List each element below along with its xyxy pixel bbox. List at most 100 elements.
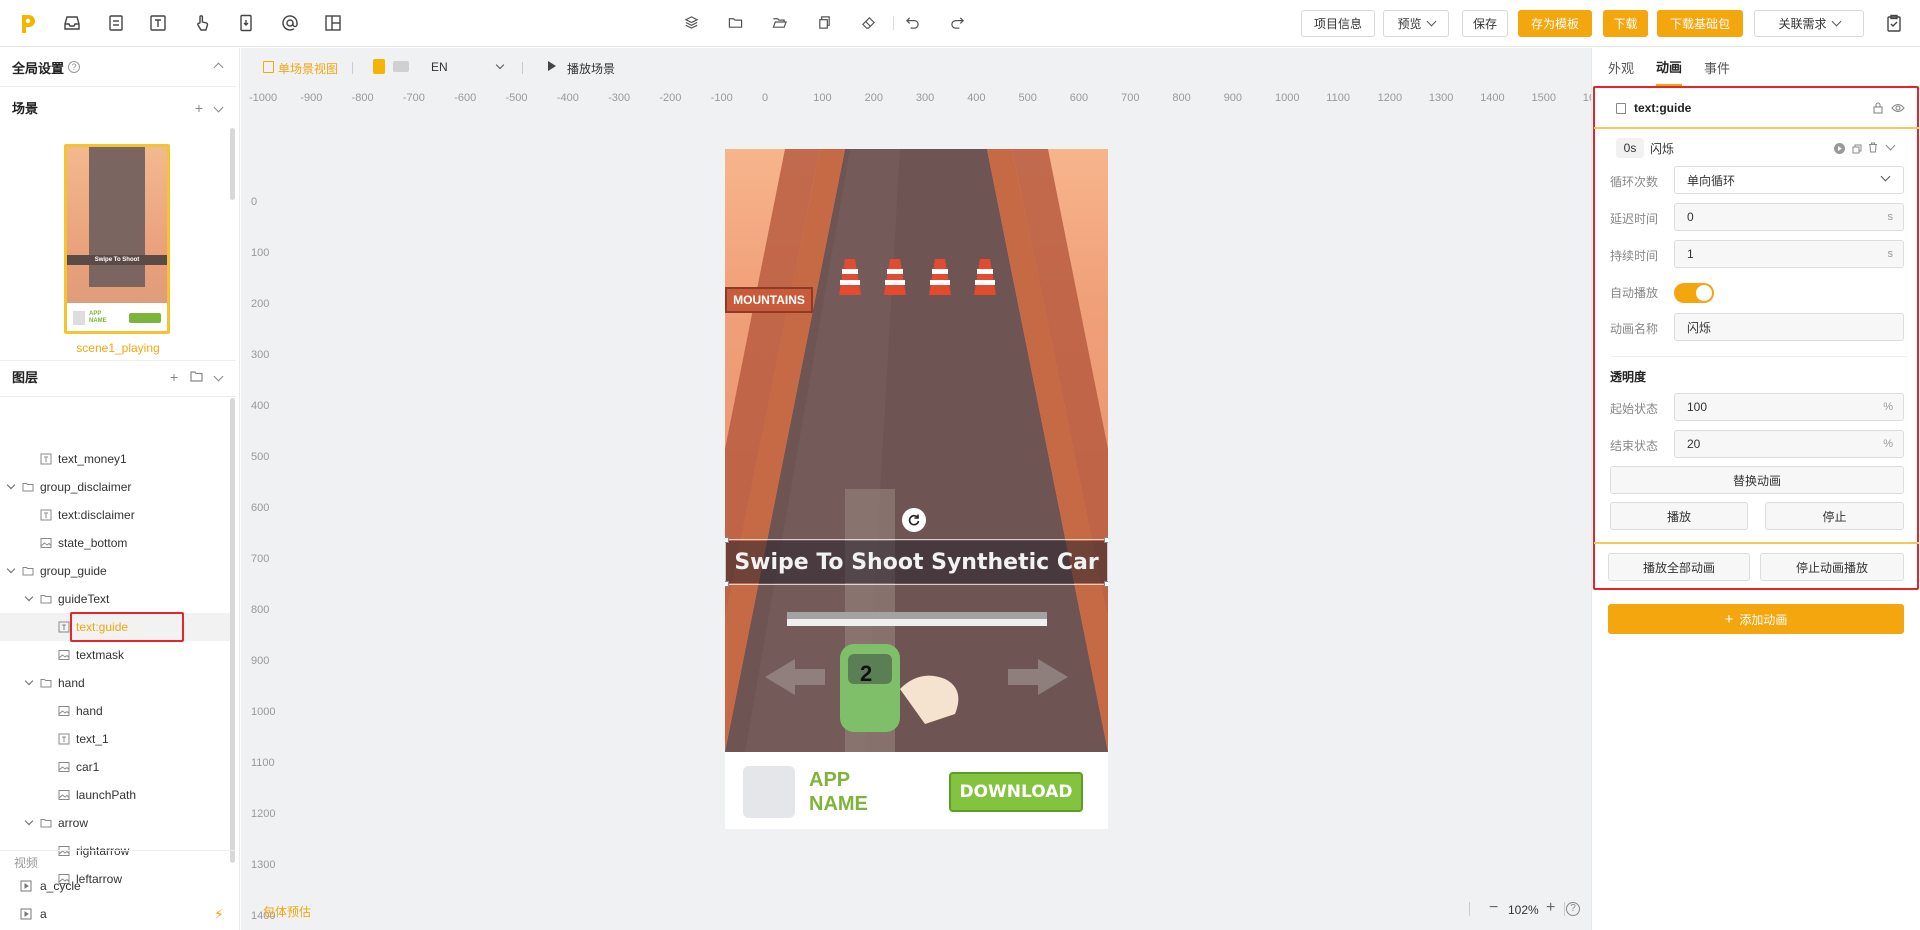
at-sign-icon[interactable]	[280, 13, 300, 33]
play-icon[interactable]	[548, 61, 556, 71]
preview-button[interactable]: 预览	[1383, 10, 1449, 37]
download-button[interactable]: 下载	[1603, 10, 1648, 37]
help-icon[interactable]: ?	[1566, 902, 1580, 916]
phone-icon[interactable]	[236, 13, 256, 33]
rotate-handle-icon[interactable]	[902, 508, 926, 532]
stop-all-animations-button[interactable]: 停止动画播放	[1760, 553, 1904, 581]
text-tool-icon[interactable]	[148, 13, 168, 33]
layer-item[interactable]: text_1	[0, 725, 234, 753]
add-icon[interactable]: +	[170, 369, 178, 385]
play-circle-icon[interactable]	[1834, 143, 1845, 154]
layer-item[interactable]: text:disclaimer	[0, 501, 234, 529]
layer-item[interactable]: launchPath	[0, 781, 234, 809]
layer-group-item[interactable]: arrow	[0, 809, 234, 837]
stop-button[interactable]: 停止	[1765, 502, 1904, 530]
language-select[interactable]: EN	[431, 60, 448, 74]
undo-icon[interactable]	[905, 15, 921, 31]
copy-icon[interactable]	[817, 15, 833, 31]
lock-icon[interactable]	[1873, 102, 1883, 114]
resize-handle[interactable]	[725, 537, 729, 543]
selection-box[interactable]	[725, 537, 1108, 587]
duplicate-icon[interactable]	[1852, 143, 1862, 157]
layer-item[interactable]: state_bottom	[0, 529, 234, 557]
layer-group-item[interactable]: guideText	[0, 585, 234, 613]
layer-group-item[interactable]: group_guide	[0, 557, 234, 585]
clipboard-check-icon[interactable]	[1884, 13, 1904, 33]
play-all-animations-button[interactable]: 播放全部动画	[1608, 553, 1750, 581]
chevron-down-icon[interactable]	[6, 480, 16, 490]
scene-thumbnail[interactable]: Swipe To Shoot APP NAME	[64, 144, 170, 334]
layer-group-item[interactable]: hand	[0, 669, 234, 697]
eraser-icon[interactable]	[861, 15, 877, 31]
loop-count-select[interactable]: 单向循环	[1674, 166, 1904, 194]
app-logo[interactable]	[18, 13, 38, 35]
layer-group-item[interactable]: group_disclaimer	[0, 473, 234, 501]
tab-appearance[interactable]: 外观	[1608, 48, 1634, 86]
preview-label: 预览	[1397, 17, 1422, 31]
layout-icon[interactable]	[323, 13, 343, 33]
add-icon[interactable]: +	[195, 100, 203, 116]
ad-download-button[interactable]: DOWNLOAD	[949, 772, 1083, 812]
replace-animation-button[interactable]: 替换动画	[1610, 466, 1904, 494]
video-item[interactable]: a_cycle	[0, 872, 234, 900]
play-scene-button[interactable]: 播放场景	[567, 60, 615, 77]
add-animation-button[interactable]: + 添加动画	[1608, 604, 1904, 634]
delete-icon[interactable]	[1868, 142, 1878, 156]
tab-events[interactable]: 事件	[1704, 48, 1730, 86]
landscape-toggle[interactable]	[393, 61, 409, 72]
tab-animation[interactable]: 动画	[1656, 48, 1683, 86]
folder-open-icon[interactable]	[772, 15, 788, 31]
play-button[interactable]: 播放	[1610, 502, 1748, 530]
view-mode-toggle[interactable]: 单场景视图	[278, 60, 338, 77]
global-settings-header[interactable]: 全局设置 ?	[0, 48, 236, 86]
end-state-input[interactable]: 20%	[1674, 430, 1904, 458]
help-icon[interactable]: ?	[68, 61, 81, 73]
save-button[interactable]: 保存	[1462, 10, 1508, 37]
layer-item[interactable]: car1	[0, 753, 234, 781]
zoom-level[interactable]: 102%	[1508, 903, 1539, 917]
chevron-down-icon[interactable]	[495, 60, 505, 70]
chevron-up-icon[interactable]	[213, 62, 224, 73]
lightning-icon[interactable]: ⚡	[214, 906, 224, 923]
folder-icon[interactable]	[728, 15, 744, 31]
start-state-input[interactable]: 100%	[1674, 393, 1904, 421]
zoom-out-icon[interactable]: −	[1489, 899, 1498, 917]
duration-input[interactable]: 1s	[1674, 240, 1904, 268]
resize-handle[interactable]	[725, 581, 729, 587]
chevron-down-icon[interactable]	[24, 592, 34, 602]
chevron-down-icon[interactable]	[24, 816, 34, 826]
scene-name[interactable]: scene1_playing	[0, 341, 236, 355]
chevron-down-icon[interactable]	[213, 371, 224, 382]
pointer-hand-icon[interactable]	[192, 13, 212, 33]
eye-icon[interactable]	[1891, 102, 1905, 114]
game-preview[interactable]: MOUNTAINS 2 Swipe To Shoot Synthetic Car…	[725, 149, 1108, 829]
redo-icon[interactable]	[950, 15, 966, 31]
project-info-button[interactable]: 项目信息	[1301, 10, 1375, 37]
anim-name-input[interactable]: 闪烁	[1674, 313, 1904, 341]
portrait-toggle[interactable]	[373, 59, 385, 74]
folder-icon[interactable]	[190, 369, 203, 385]
video-item[interactable]: a ⚡	[0, 900, 234, 928]
layer-item[interactable]: text_money1	[0, 445, 234, 473]
ruler-tick-label: -500	[505, 92, 528, 104]
link-requirement-button[interactable]: 关联需求	[1754, 10, 1864, 37]
layer-item[interactable]: textmask	[0, 641, 234, 669]
inbox-icon[interactable]	[62, 13, 82, 33]
layers-scrollbar[interactable]	[230, 398, 235, 863]
rows-icon[interactable]	[106, 13, 126, 33]
delay-input[interactable]: 0s	[1674, 203, 1904, 231]
chevron-down-icon[interactable]	[213, 102, 224, 113]
canvas-status-bar: 包体预估 − 102% + ?	[241, 890, 1591, 930]
layer-item[interactable]: hand	[0, 697, 234, 725]
scene-scrollbar[interactable]	[230, 128, 235, 200]
zoom-in-icon[interactable]: +	[1546, 899, 1555, 917]
size-estimate-link[interactable]: 包体预估	[263, 903, 311, 920]
layers-icon[interactable]	[684, 15, 700, 31]
chevron-down-icon[interactable]	[6, 564, 16, 574]
resize-handle[interactable]	[1104, 581, 1108, 587]
autoplay-toggle[interactable]	[1674, 283, 1714, 303]
resize-handle[interactable]	[1104, 537, 1108, 543]
save-template-button[interactable]: 存为模板	[1518, 10, 1592, 37]
download-base-button[interactable]: 下载基础包	[1657, 10, 1743, 37]
chevron-down-icon[interactable]	[24, 676, 34, 686]
